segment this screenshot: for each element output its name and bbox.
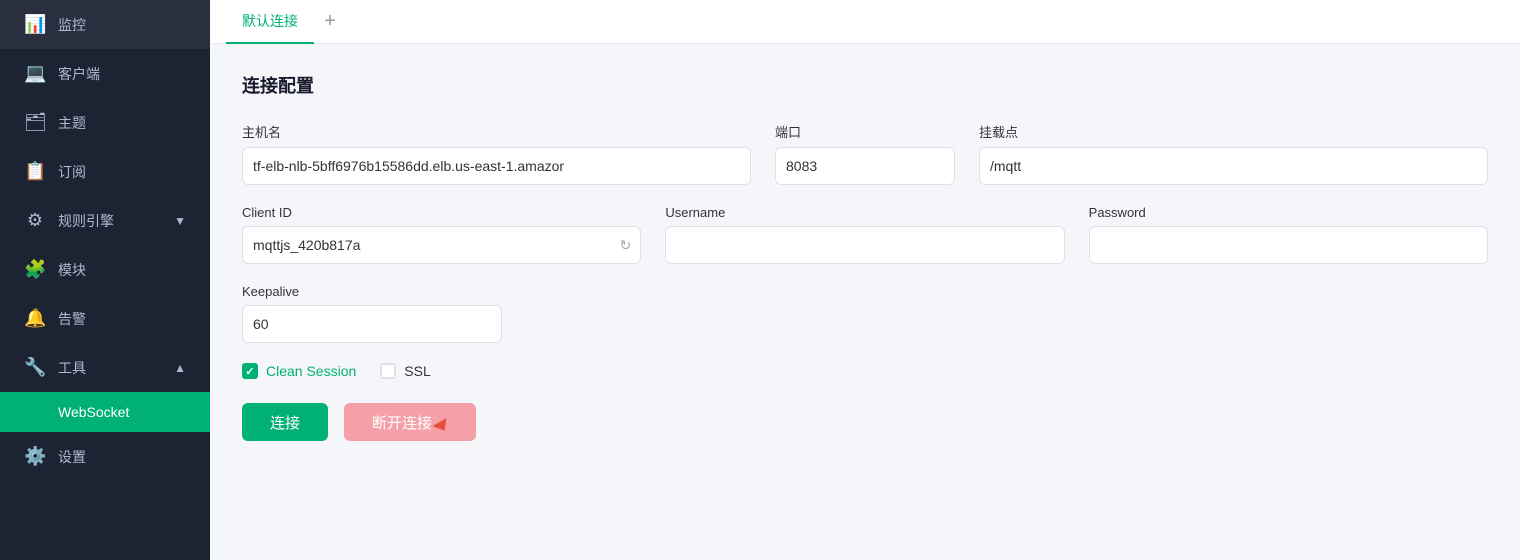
sidebar-label-topics: 主题 [58,113,86,133]
hostname-label: 主机名 [242,122,751,141]
tabs-bar: 默认连接 + [210,0,1520,44]
form-group-keepalive: Keepalive [242,284,502,343]
sidebar-item-subscribe[interactable]: 📋 订阅 [0,147,210,196]
clientid-input[interactable] [242,226,641,264]
rules-icon: ⚙ [24,210,46,231]
form-row-3: Keepalive [242,284,1488,343]
sidebar-label-websocket: WebSocket [58,404,129,420]
sidebar-label-client: 客户端 [58,64,100,84]
ssl-checkbox-item[interactable]: SSL [380,363,430,379]
checkbox-row: Clean Session SSL [242,363,1488,379]
disconnect-arrow-icon [433,418,452,435]
refresh-icon[interactable]: ↻ [620,237,632,254]
username-input[interactable] [665,226,1064,264]
settings-icon: ⚙️ [24,446,46,467]
clientid-label: Client ID [242,205,641,220]
form-group-port: 端口 [775,122,955,185]
tab-default[interactable]: 默认连接 [226,0,314,44]
sidebar-item-websocket[interactable]: WebSocket [0,392,210,432]
form-row-1: 主机名 端口 挂载点 [242,122,1488,185]
sidebar-item-alerts[interactable]: 🔔 告警 [0,294,210,343]
sidebar-label-rules: 规则引擎 [58,211,114,231]
disconnect-button[interactable]: 断开连接 [344,403,476,441]
mount-input[interactable] [979,147,1488,185]
tab-add-button[interactable]: + [314,6,346,38]
tools-icon: 🔧 [24,357,46,378]
tools-arrow-icon: ▲ [174,361,186,375]
connect-button[interactable]: 连接 [242,403,328,441]
ssl-checkbox[interactable] [380,363,396,379]
sidebar-label-monitor: 监控 [58,15,86,35]
sidebar-label-modules: 模块 [58,260,86,280]
sidebar-item-client[interactable]: 💻 客户端 [0,49,210,98]
modules-icon: 🧩 [24,259,46,280]
sidebar-item-tools[interactable]: 🔧 工具 ▲ [0,343,210,392]
section-title: 连接配置 [242,72,1488,98]
rules-arrow-icon: ▼ [174,214,186,228]
password-input[interactable] [1089,226,1488,264]
sidebar: 📊 监控 💻 客户端 🗂 主题 📋 订阅 ⚙ 规则引擎 ▼ 🧩 模块 🔔 告警 … [0,0,210,560]
clean-session-checkbox[interactable] [242,363,258,379]
client-icon: 💻 [24,63,46,84]
tab-add-icon: + [324,10,336,33]
content-area: 连接配置 主机名 端口 挂载点 Client ID ↻ [210,44,1520,560]
monitor-icon: 📊 [24,14,46,35]
password-label: Password [1089,205,1488,220]
sidebar-item-monitor[interactable]: 📊 监控 [0,0,210,49]
form-group-mount: 挂载点 [979,122,1488,185]
sidebar-item-topics[interactable]: 🗂 主题 [0,98,210,147]
main-area: 默认连接 + 连接配置 主机名 端口 挂载点 Client [210,0,1520,560]
sidebar-item-modules[interactable]: 🧩 模块 [0,245,210,294]
sidebar-label-settings: 设置 [58,447,86,467]
keepalive-label: Keepalive [242,284,502,299]
form-group-clientid: Client ID ↻ [242,205,641,264]
form-row-2: Client ID ↻ Username Password [242,205,1488,264]
disconnect-label: 断开连接 [372,415,432,432]
sidebar-item-settings[interactable]: ⚙️ 设置 [0,432,210,481]
clean-session-checkbox-item[interactable]: Clean Session [242,363,356,379]
clean-session-label: Clean Session [266,363,356,379]
sidebar-item-rules[interactable]: ⚙ 规则引擎 ▼ [0,196,210,245]
alerts-icon: 🔔 [24,308,46,329]
form-group-hostname: 主机名 [242,122,751,185]
port-label: 端口 [775,122,955,141]
sidebar-label-alerts: 告警 [58,309,86,329]
tab-default-label: 默认连接 [242,11,298,31]
sidebar-label-subscribe: 订阅 [58,162,86,182]
sidebar-label-tools: 工具 [58,358,86,378]
clientid-input-wrapper: ↻ [242,226,641,264]
port-input[interactable] [775,147,955,185]
username-label: Username [665,205,1064,220]
buttons-row: 连接 断开连接 [242,403,1488,441]
keepalive-input[interactable] [242,305,502,343]
form-group-username: Username [665,205,1064,264]
topics-icon: 🗂 [24,112,46,133]
subscribe-icon: 📋 [24,161,46,182]
form-group-password: Password [1089,205,1488,264]
ssl-label: SSL [404,363,430,379]
mount-label: 挂载点 [979,122,1488,141]
hostname-input[interactable] [242,147,751,185]
